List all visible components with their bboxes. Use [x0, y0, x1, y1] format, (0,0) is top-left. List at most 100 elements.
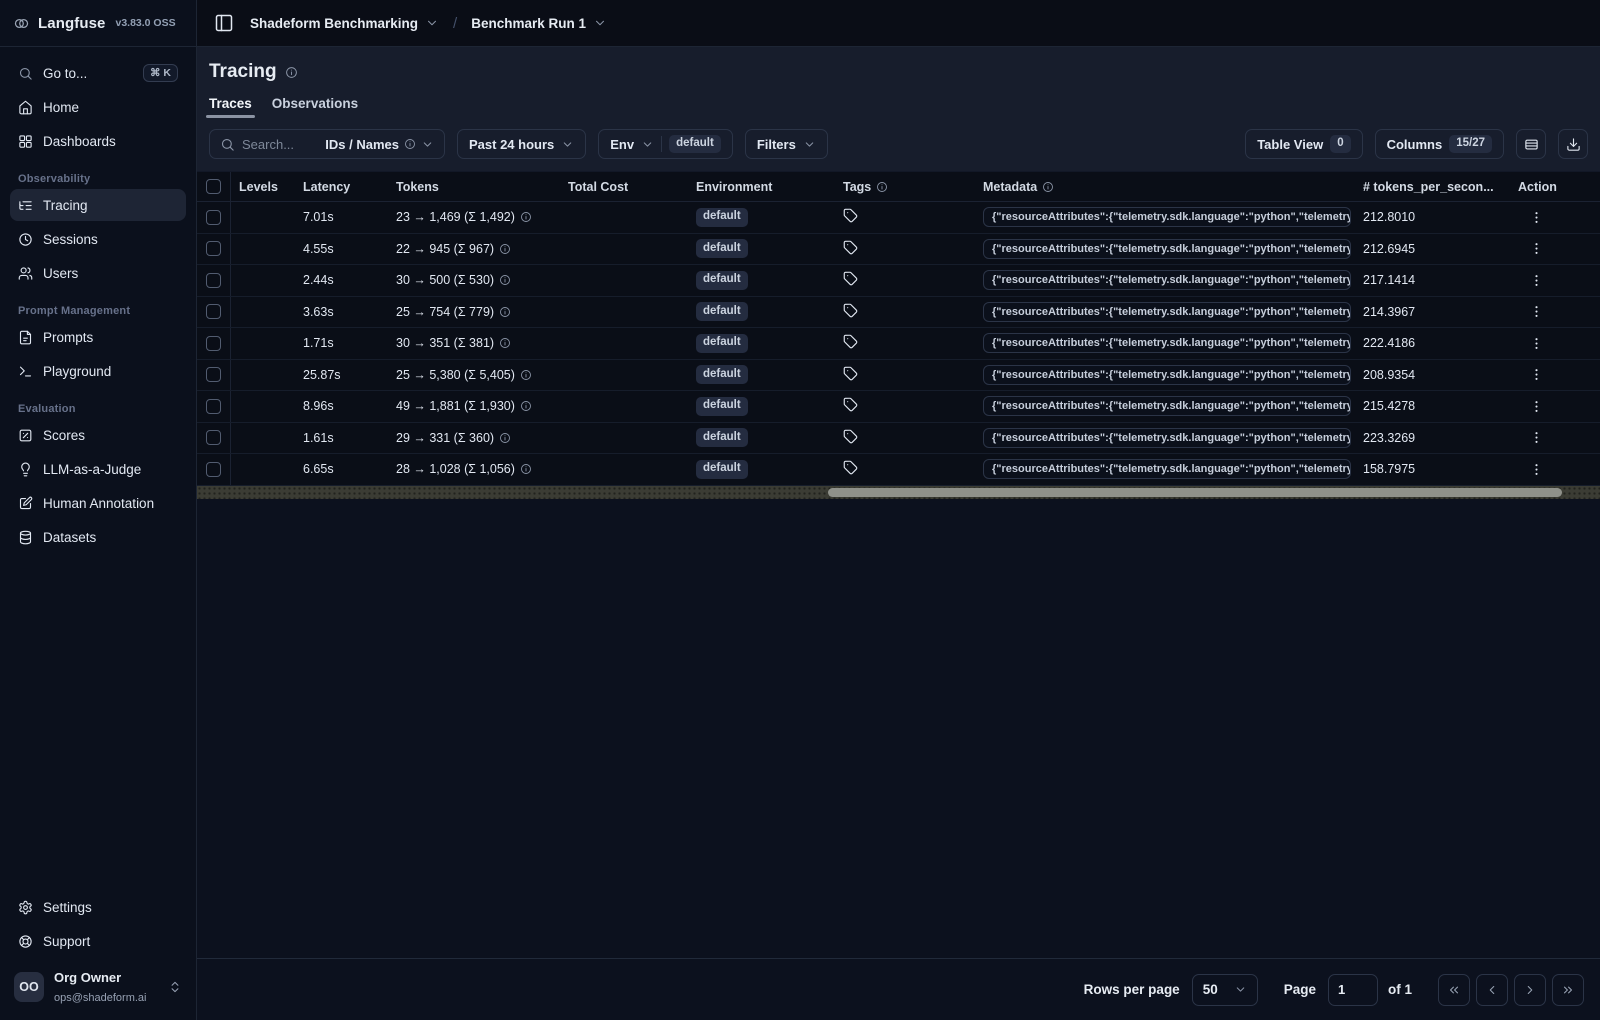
tokens-cell: 30 → 500 (Σ 530): [388, 265, 560, 296]
org-breadcrumb[interactable]: Shadeform Benchmarking: [248, 12, 441, 35]
sidebar-item-settings[interactable]: Settings: [10, 892, 186, 924]
add-tag-button[interactable]: [843, 429, 858, 447]
row-actions-menu-button[interactable]: [1524, 237, 1548, 261]
sidebar-item-support[interactable]: Support: [10, 926, 186, 958]
total-cost-cell: [560, 423, 688, 454]
sidebar-item-scores[interactable]: Scores: [10, 419, 186, 451]
row-actions-menu-button[interactable]: [1524, 394, 1548, 418]
row-actions-menu-button[interactable]: [1524, 205, 1548, 229]
project-breadcrumb[interactable]: Benchmark Run 1: [469, 12, 609, 35]
topbar: Shadeform Benchmarking / Benchmark Run 1: [197, 0, 1600, 47]
table-row: 1.61s 29 → 331 (Σ 360) default {"resourceAt…: [197, 422, 1600, 454]
columns-label: Columns: [1386, 136, 1443, 152]
grid-icon: [18, 134, 33, 149]
sidebar-item-home[interactable]: Home: [10, 91, 186, 123]
row-height-button[interactable]: [1516, 129, 1546, 159]
tokens-per-second-cell: 223.3269: [1355, 423, 1510, 454]
search-input[interactable]: [242, 136, 314, 152]
columns-button[interactable]: Columns 15/27: [1374, 129, 1504, 159]
tab-observations[interactable]: Observations: [272, 96, 358, 118]
add-tag-button[interactable]: [843, 240, 858, 258]
tokens-cell: 25 → 5,380 (Σ 5,405): [388, 360, 560, 391]
row-checkbox[interactable]: [206, 461, 221, 477]
row-actions-menu-button[interactable]: [1524, 268, 1548, 292]
sidebar-item-label: Human Annotation: [43, 495, 155, 511]
account-text: Org Owner ops@shadeform.ai: [54, 968, 147, 1006]
table-body: 7.01s 23 → 1,469 (Σ 1,492) default {"resour…: [197, 202, 1600, 486]
add-tag-button[interactable]: [843, 366, 858, 384]
time-range-button[interactable]: Past 24 hours: [457, 129, 587, 159]
sidebar-item-tracing[interactable]: Tracing: [10, 189, 186, 221]
total-cost-cell: [560, 234, 688, 265]
table-view-count-badge: 0: [1330, 134, 1351, 154]
database-icon: [18, 530, 33, 545]
add-tag-button[interactable]: [843, 208, 858, 226]
row-checkbox[interactable]: [206, 209, 221, 225]
rows-per-page-select[interactable]: 50: [1191, 973, 1258, 1006]
next-page-button[interactable]: [1514, 973, 1546, 1006]
last-page-button[interactable]: [1552, 973, 1584, 1006]
tab-traces[interactable]: Traces: [206, 96, 255, 118]
filters-button[interactable]: Filters: [744, 129, 828, 159]
kebab-menu-icon: [1529, 399, 1544, 414]
table-view-button[interactable]: Table View 0: [1245, 129, 1363, 159]
row-checkbox[interactable]: [206, 304, 221, 320]
sidebar-item-prompts[interactable]: Prompts: [10, 321, 186, 353]
sidebar-item-dashboards[interactable]: Dashboards: [10, 125, 186, 157]
sidebar-item-users[interactable]: Users: [10, 257, 186, 289]
select-all-checkbox[interactable]: [206, 179, 221, 194]
latency-value: 2.44s: [303, 273, 334, 288]
add-tag-button[interactable]: [843, 460, 858, 478]
add-tag-button[interactable]: [843, 303, 858, 321]
row-actions-menu-button[interactable]: [1524, 300, 1548, 324]
row-checkbox[interactable]: [206, 241, 221, 257]
tokens-per-second-value: 212.6945: [1363, 241, 1416, 256]
filter-bar: IDs / Names Past 24 hours Env default: [209, 129, 1588, 159]
avatar: OO: [14, 971, 44, 1002]
previous-page-button[interactable]: [1476, 973, 1508, 1006]
sidebar-item-llm-as-a-judge[interactable]: LLM-as-a-Judge: [10, 453, 186, 485]
row-checkbox[interactable]: [206, 430, 221, 446]
account-email: ops@shadeform.ai: [54, 991, 147, 1004]
row-select-cell: [197, 296, 231, 327]
sidebar-item-datasets[interactable]: Datasets: [10, 521, 186, 553]
row-actions-menu-button[interactable]: [1524, 457, 1548, 481]
row-actions-menu-button[interactable]: [1524, 363, 1548, 387]
sidebar-item-human-annotation[interactable]: Human Annotation: [10, 487, 186, 519]
latency-cell: 2.44s: [295, 265, 388, 296]
environment-badge: default: [696, 239, 748, 259]
tokens-per-second-cell: 215.4278: [1355, 391, 1510, 422]
empty-area: [197, 498, 1600, 958]
environment-filter-button[interactable]: Env default: [598, 129, 733, 159]
row-checkbox[interactable]: [206, 398, 221, 414]
row-actions-menu-button[interactable]: [1524, 331, 1548, 355]
export-button[interactable]: [1558, 129, 1588, 159]
terminal-icon: [18, 364, 33, 379]
add-tag-button[interactable]: [843, 271, 858, 289]
scrollbar-thumb[interactable]: [828, 487, 1563, 497]
page-number-input[interactable]: [1327, 973, 1378, 1006]
add-tag-button[interactable]: [843, 397, 858, 415]
account-menu[interactable]: OO Org Owner ops@shadeform.ai: [10, 958, 186, 1008]
horizontal-scrollbar[interactable]: [197, 485, 1600, 499]
sidebar-item-playground[interactable]: Playground: [10, 355, 186, 387]
tag-icon: [843, 208, 858, 223]
row-checkbox[interactable]: [206, 367, 221, 383]
row-checkbox[interactable]: [206, 335, 221, 351]
info-icon: [499, 306, 511, 318]
first-page-button[interactable]: [1438, 973, 1470, 1006]
section-label-prompt-management: Prompt Management: [18, 305, 131, 317]
chevron-down-icon: [421, 138, 434, 151]
sidebar-toggle-button[interactable]: [210, 9, 238, 37]
search-box[interactable]: IDs / Names: [209, 129, 445, 159]
environment-badge: default: [696, 207, 748, 227]
total-cost-cell: [560, 328, 688, 359]
info-icon: [404, 138, 416, 150]
sidebar-item-label: Prompts: [43, 329, 94, 345]
goto-search[interactable]: Go to... ⌘ K: [10, 57, 186, 89]
row-checkbox[interactable]: [206, 272, 221, 288]
sidebar-item-sessions[interactable]: Sessions: [10, 223, 186, 255]
add-tag-button[interactable]: [843, 334, 858, 352]
search-scope-selector[interactable]: IDs / Names: [325, 137, 434, 152]
row-actions-menu-button[interactable]: [1524, 426, 1548, 450]
